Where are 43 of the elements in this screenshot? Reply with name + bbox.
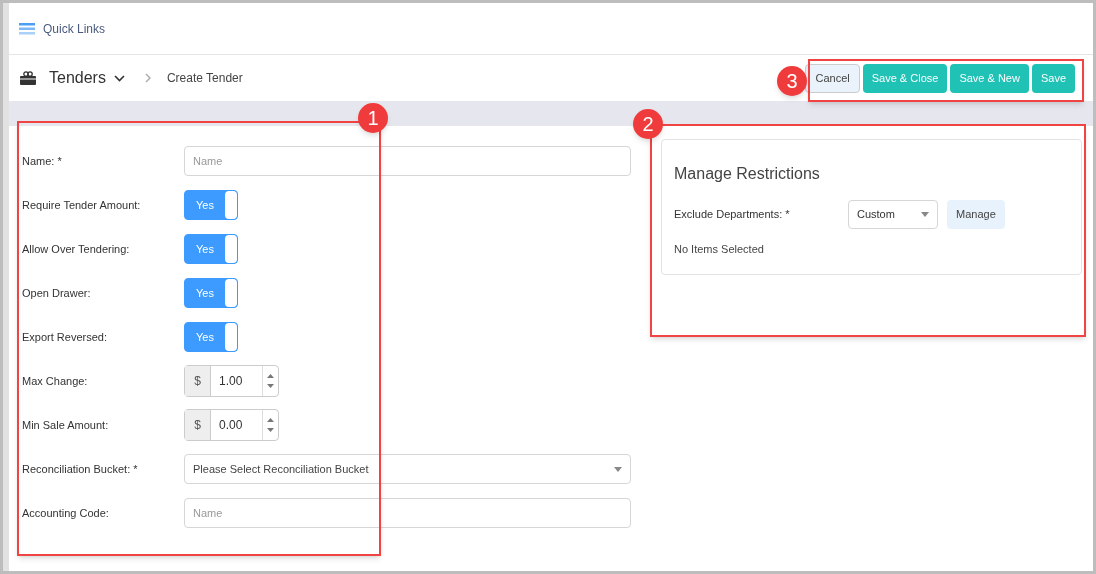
- field-label: Max Change:: [22, 373, 89, 389]
- currency-field[interactable]: $ 0.00: [184, 409, 279, 441]
- toggle-knob: [225, 191, 237, 219]
- field-label: Exclude Departments: *: [674, 207, 791, 223]
- currency-prefix: $: [185, 366, 211, 396]
- field-value: 1.00: [218, 373, 244, 390]
- empty-message: No Items Selected: [674, 242, 765, 257]
- toggle-knob: [225, 323, 237, 351]
- chevron-right-icon: [144, 73, 151, 83]
- field-label: Allow Over Tendering:: [22, 241, 131, 257]
- toggle-label: Yes: [195, 197, 215, 213]
- menu-icon[interactable]: [19, 22, 35, 35]
- select-value: Please Select Reconciliation Bucket: [193, 461, 369, 477]
- breadcrumb-page: Create Tender: [166, 70, 243, 87]
- field-label: Name: *: [22, 153, 63, 169]
- field-value: 0.00: [218, 417, 244, 434]
- toggle-knob: [225, 279, 237, 307]
- field-label: Accounting Code:: [22, 505, 110, 521]
- toggle-label: Yes: [195, 241, 215, 257]
- manage-button[interactable]: Manage: [947, 200, 1005, 229]
- caret-icon: [614, 466, 622, 472]
- text-field[interactable]: Name: [184, 498, 631, 528]
- card-title: Manage Restrictions: [674, 164, 821, 184]
- field-label: Min Sale Amount:: [22, 417, 110, 433]
- toggle-label: Yes: [195, 285, 215, 301]
- field-label: Export Reversed:: [22, 329, 108, 345]
- toggle-label: Yes: [195, 329, 215, 345]
- quick-links-link[interactable]: Quick Links: [43, 19, 106, 38]
- select-dropdown[interactable]: Please Select Reconciliation Bucket: [184, 454, 631, 484]
- select-dropdown[interactable]: Custom: [848, 200, 938, 229]
- currency-field[interactable]: $ 1.00: [184, 365, 279, 397]
- cancel-button[interactable]: Cancel: [805, 63, 860, 93]
- field-label: Require Tender Amount:: [22, 197, 142, 213]
- field-label: Open Drawer:: [22, 285, 92, 301]
- chevron-down-icon[interactable]: [113, 74, 125, 82]
- field-label: Reconciliation Bucket: *: [22, 461, 139, 477]
- select-value: Custom: [857, 207, 895, 223]
- text-field[interactable]: Name: [184, 146, 631, 176]
- caret-icon: [921, 212, 929, 217]
- toggle-knob: [225, 235, 237, 263]
- gift-icon: [19, 71, 37, 85]
- section-title[interactable]: Tenders: [49, 66, 106, 90]
- currency-prefix: $: [185, 410, 211, 440]
